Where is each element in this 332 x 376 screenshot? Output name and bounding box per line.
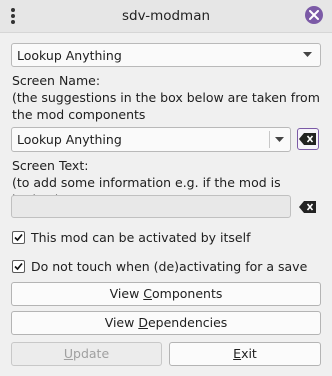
mod-select[interactable]: Lookup Anything	[11, 43, 321, 67]
backspace-clear-icon	[299, 201, 316, 213]
chevron-down-icon	[275, 137, 284, 142]
backspace-clear-icon	[299, 133, 316, 145]
view-components-button[interactable]: View Components	[11, 282, 321, 306]
screen-name-value: Lookup Anything	[17, 132, 122, 147]
save-lock-label: Do not touch when (de)activating for a s…	[31, 259, 308, 274]
standalone-checkbox[interactable]	[12, 231, 25, 244]
standalone-label: This mod can be activated by itself	[31, 230, 251, 245]
screen-name-combo[interactable]: Lookup Anything	[11, 127, 291, 152]
screen-name-label: Screen Name: (the suggestions in the box…	[12, 73, 320, 122]
view-dependencies-button[interactable]: View Dependencies	[11, 311, 321, 335]
exit-button[interactable]: Exit	[169, 342, 321, 366]
window-title: sdv-modman	[121, 8, 211, 24]
standalone-option[interactable]: This mod can be activated by itself	[12, 230, 312, 247]
screen-text-input[interactable]	[11, 195, 291, 218]
check-icon	[14, 233, 23, 242]
check-icon	[14, 262, 23, 271]
chevron-down-icon	[303, 52, 312, 57]
title-bar: sdv-modman	[0, 0, 332, 33]
clear-screen-name-button[interactable]	[297, 128, 319, 150]
mod-select-value: Lookup Anything	[17, 48, 122, 63]
update-button[interactable]: Update	[11, 342, 162, 366]
save-lock-checkbox[interactable]	[12, 260, 25, 273]
clear-screen-text-button[interactable]	[297, 196, 319, 218]
save-lock-option[interactable]: Do not touch when (de)activating for a s…	[12, 259, 322, 276]
close-icon[interactable]	[305, 6, 323, 24]
